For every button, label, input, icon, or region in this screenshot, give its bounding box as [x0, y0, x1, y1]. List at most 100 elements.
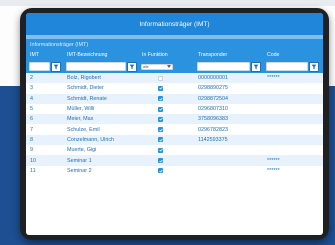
table-row[interactable]: 2 Bolz, Rigobert 0000000001 ****** — [26, 73, 323, 84]
filter-code-button[interactable] — [309, 61, 319, 72]
header-imt[interactable]: IMT — [26, 52, 63, 58]
cell-transponder: 0298890275 — [198, 85, 228, 92]
filter-transponder-input[interactable] — [197, 62, 250, 71]
cell-transponder: 0296782823 — [198, 126, 228, 133]
table-header: IMT IMT-Bezeichnung In Funktion Transpon… — [26, 50, 323, 60]
table-body: 2 Bolz, Rigobert 0000000001 ****** 3 Schmidt,… — [26, 73, 323, 176]
filter-bezeichnung-input[interactable] — [66, 62, 126, 71]
table-row[interactable]: 9 Muerte, Gigi — [26, 145, 323, 155]
panel-title: Informationsträger (IMT) — [30, 41, 89, 48]
funnel-icon — [53, 64, 59, 69]
cell-bezeichnung: Meier, Max — [67, 116, 94, 123]
cell-imt: 10 — [30, 157, 36, 164]
cell-bezeichnung: Bolz, Rigobert — [67, 75, 101, 82]
table-row[interactable]: 5 Müller, Willi 0296807310 — [26, 104, 323, 114]
filter-imt-button[interactable] — [51, 61, 61, 72]
in-funktion-checkbox[interactable] — [158, 158, 163, 164]
title-divider — [26, 35, 323, 39]
checkmark-icon — [158, 159, 163, 163]
app-title: Informationsträger (IMT) — [139, 20, 210, 28]
filter-select-value: alle — [143, 64, 149, 69]
table-row[interactable]: 10 Seminar 1 ****** — [26, 155, 323, 166]
filter-imt — [26, 61, 63, 72]
cell-in-funktion — [138, 106, 194, 112]
checkmark-icon — [158, 118, 163, 121]
table-row[interactable]: 3 Schmidt, Dieter 0298890275 — [26, 83, 323, 93]
funnel-icon — [129, 64, 135, 69]
cell-in-funktion — [138, 116, 194, 122]
cell-transponder: 0000000001 — [198, 75, 228, 82]
cell-bezeichnung: Muerte, Gigi — [67, 147, 97, 154]
in-funktion-checkbox[interactable] — [158, 137, 163, 143]
table-panel: Informationsträger (IMT) IMT IMT-Bezeich… — [26, 39, 323, 73]
cell-imt: 2 — [30, 75, 33, 82]
in-funktion-checkbox[interactable] — [158, 75, 163, 81]
cell-transponder: 1142593375 — [198, 136, 228, 143]
app-screen: Informationsträger (IMT) Informationsträ… — [26, 13, 323, 235]
funnel-icon — [311, 64, 317, 69]
header-imt-bezeichnung[interactable]: IMT-Bezeichnung — [63, 52, 138, 58]
filter-bezeichnung — [63, 61, 138, 72]
cell-in-funktion — [138, 147, 194, 153]
checkmark-icon — [158, 148, 163, 152]
app-titlebar: Informationsträger (IMT) — [26, 13, 323, 35]
filter-transponder — [194, 61, 263, 72]
header-in-funktion[interactable]: In Funktion — [138, 52, 194, 58]
funnel-icon — [253, 64, 259, 69]
in-funktion-checkbox[interactable] — [158, 85, 163, 91]
cell-bezeichnung: Seminar 2 — [67, 167, 92, 174]
cell-imt: 6 — [30, 116, 33, 123]
checkmark-icon — [158, 169, 163, 173]
cell-imt: 4 — [30, 95, 33, 102]
background-stripe — [0, 0, 335, 6]
triangle-down-icon — [167, 65, 171, 68]
filter-code — [263, 61, 323, 72]
filter-code-input[interactable] — [266, 62, 308, 71]
cell-bezeichnung: Conzelmann, Ulrich — [67, 136, 115, 143]
cell-code: ****** — [267, 75, 280, 82]
in-funktion-checkbox[interactable] — [158, 106, 163, 112]
header-code[interactable]: Code — [263, 52, 323, 58]
cell-code: ****** — [267, 157, 280, 164]
checkmark-icon — [158, 97, 163, 101]
cell-imt: 5 — [30, 106, 33, 113]
filter-row: alle — [26, 60, 323, 73]
in-funktion-checkbox[interactable] — [158, 116, 163, 122]
filter-imt-input[interactable] — [29, 62, 50, 71]
cell-imt: 11 — [30, 167, 36, 174]
in-funktion-checkbox[interactable] — [158, 168, 163, 174]
cell-bezeichnung: Schulze, Emil — [67, 126, 100, 133]
filter-in-funktion: alle — [138, 63, 194, 70]
in-funktion-checkbox[interactable] — [158, 127, 163, 133]
cell-in-funktion — [138, 127, 194, 133]
table-row[interactable]: 6 Meier, Max 3758096383 — [26, 114, 323, 125]
cell-in-funktion — [138, 168, 194, 174]
cell-bezeichnung: Seminar 1 — [67, 157, 92, 164]
cell-in-funktion — [138, 75, 194, 81]
checkmark-icon — [158, 107, 163, 111]
table-row[interactable]: 11 Seminar 2 ****** — [26, 166, 323, 176]
cell-in-funktion — [138, 158, 194, 164]
cell-bezeichnung: Schmidt, Renate — [67, 95, 107, 102]
filter-bezeichnung-button[interactable] — [127, 61, 137, 72]
cell-bezeichnung: Müller, Willi — [67, 106, 95, 113]
table-row[interactable]: 8 Conzelmann, Ulrich 1142593375 — [26, 134, 323, 146]
in-funktion-checkbox[interactable] — [158, 96, 163, 102]
in-funktion-checkbox[interactable] — [158, 147, 163, 153]
cell-bezeichnung: Schmidt, Dieter — [67, 85, 104, 92]
checkmark-icon — [158, 128, 163, 132]
cell-transponder: 3758096383 — [198, 116, 228, 123]
table-row[interactable]: 4 Schmidt, Renate 0298872504 — [26, 93, 323, 104]
filter-in-funktion-select[interactable]: alle — [141, 63, 173, 70]
cell-imt: 9 — [30, 147, 33, 154]
cell-imt: 7 — [30, 126, 33, 133]
cell-in-funktion — [138, 85, 194, 91]
cell-in-funktion — [138, 137, 194, 143]
checkmark-icon — [158, 138, 163, 142]
cell-code: ****** — [267, 167, 280, 174]
table-row[interactable]: 7 Schulze, Emil 0296782823 — [26, 124, 323, 134]
cell-transponder: 0298872504 — [198, 95, 228, 102]
checkmark-icon — [158, 87, 163, 90]
header-transponder[interactable]: Transponder — [194, 52, 263, 58]
filter-transponder-button[interactable] — [251, 61, 261, 72]
